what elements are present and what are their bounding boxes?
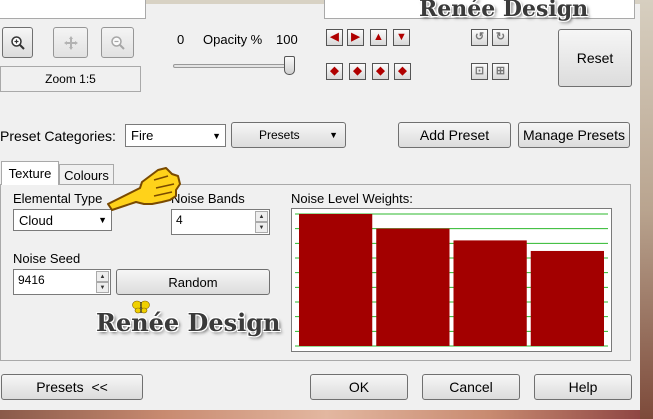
chevron-down-icon: ▼: [98, 215, 107, 225]
noise-level-weights-chart[interactable]: [291, 208, 612, 352]
rotate-right-button[interactable]: ↻: [492, 29, 509, 46]
elemental-type-label: Elemental Type: [13, 191, 103, 206]
noise-seed-label: Noise Seed: [13, 251, 81, 266]
watermark-top: Renée Design: [419, 0, 589, 22]
spin-down-icon[interactable]: ▼: [255, 222, 268, 233]
noise-seed-spinbox[interactable]: 9416 ▲ ▼: [13, 269, 111, 295]
opacity-slider-thumb[interactable]: [284, 56, 295, 75]
rotate-left-button[interactable]: ↺: [471, 29, 488, 46]
noise-seed-value: 9416: [18, 273, 45, 287]
actual-size-button[interactable]: ⊞: [492, 63, 509, 80]
zoom-readout: Zoom 1:5: [0, 66, 141, 92]
elemental-type-value: Cloud: [19, 212, 53, 228]
butterfly-icon: [132, 300, 150, 314]
random-label: Random: [168, 274, 218, 290]
noise-level-weights-label: Noise Level Weights:: [291, 191, 413, 206]
opacity-max-label: 100: [276, 32, 298, 47]
center-both-button[interactable]: ◆: [349, 63, 366, 80]
bottom-edge: [0, 410, 653, 419]
zoom-out-icon: [110, 35, 125, 50]
cancel-button[interactable]: Cancel: [422, 374, 520, 400]
ok-button[interactable]: OK: [310, 374, 408, 400]
zoom-in-icon: [10, 35, 25, 50]
zoom-out-button[interactable]: [101, 27, 134, 58]
chevron-down-icon: ▼: [212, 130, 221, 141]
center-vertical-button[interactable]: ◆: [372, 63, 389, 80]
pan-button[interactable]: [53, 27, 88, 58]
add-preset-label: Add Preset: [419, 127, 490, 143]
manage-presets-button[interactable]: Manage Presets: [518, 122, 630, 148]
reset-label: Reset: [576, 50, 614, 66]
presets-dropdown-label: Presets: [259, 128, 300, 142]
watermark-bottom: Renée Design: [96, 308, 281, 337]
presets-dropdown-button[interactable]: Presets ▼: [231, 122, 346, 148]
cancel-label: Cancel: [449, 379, 493, 395]
presets-toggle-label: Presets <<: [36, 379, 108, 395]
preset-category-select[interactable]: Fire ▼: [125, 124, 226, 147]
presets-toggle-button[interactable]: Presets <<: [1, 374, 143, 400]
align-bottom-button[interactable]: ▼: [393, 29, 410, 46]
zoom-in-button[interactable]: [2, 27, 33, 58]
right-edge: [640, 0, 653, 419]
preset-category-value: Fire: [131, 128, 154, 143]
fit-button[interactable]: ⊡: [471, 63, 488, 80]
tab-colours-label: Colours: [64, 167, 109, 183]
tab-texture[interactable]: Texture: [1, 161, 59, 185]
weight-bar-2[interactable]: [376, 228, 450, 346]
preview-left-panel: [0, 0, 146, 19]
elemental-type-select[interactable]: Cloud ▼: [13, 209, 112, 231]
ok-label: OK: [348, 379, 370, 395]
random-button[interactable]: Random: [116, 269, 270, 295]
opacity-slider-track[interactable]: [173, 64, 295, 68]
weight-bar-3[interactable]: [453, 240, 527, 346]
align-left-button[interactable]: ◀: [326, 29, 343, 46]
move-arrows-icon: [63, 35, 78, 50]
noise-bands-value: 4: [176, 213, 183, 227]
align-top-button[interactable]: ▲: [370, 29, 387, 46]
weight-bar-4[interactable]: [530, 250, 604, 346]
reset-button[interactable]: Reset: [558, 29, 632, 87]
manage-presets-label: Manage Presets: [523, 127, 625, 143]
spin-up-icon[interactable]: ▲: [255, 211, 268, 222]
opacity-label: Opacity %: [203, 32, 263, 47]
noise-bands-label: Noise Bands: [171, 191, 245, 206]
help-label: Help: [568, 379, 598, 395]
spin-down-icon[interactable]: ▼: [96, 282, 109, 293]
pointing-hand-icon: [107, 167, 181, 211]
center-horizontal-button[interactable]: ◆: [326, 63, 343, 80]
center-button[interactable]: ◆: [394, 63, 411, 80]
align-right-button[interactable]: ▶: [347, 29, 364, 46]
spin-up-icon[interactable]: ▲: [96, 271, 109, 282]
noise-bands-spinbox[interactable]: 4 ▲ ▼: [171, 209, 270, 235]
add-preset-button[interactable]: Add Preset: [398, 122, 511, 148]
help-button[interactable]: Help: [534, 374, 632, 400]
weight-bar-1[interactable]: [299, 214, 373, 346]
opacity-min-label: 0: [177, 32, 185, 47]
chevron-down-icon: ▼: [329, 130, 338, 140]
tab-texture-label: Texture: [8, 166, 52, 181]
preset-categories-label: Preset Categories:: [0, 128, 116, 144]
zoom-label: Zoom 1:5: [45, 72, 96, 86]
